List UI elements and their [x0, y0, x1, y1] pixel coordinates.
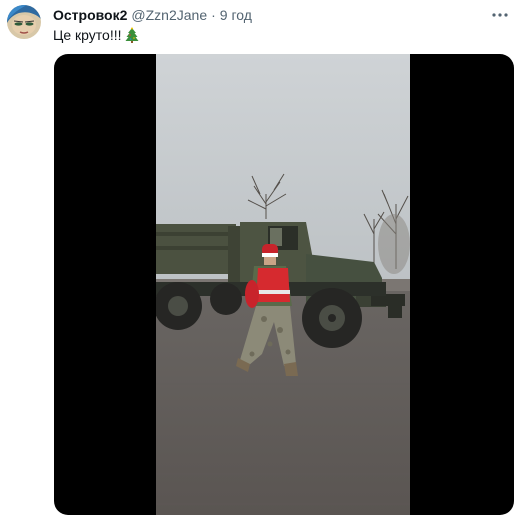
video-player[interactable]	[54, 54, 514, 515]
separator-dot: ·	[211, 7, 216, 23]
user-handle[interactable]: @Zzn2Jane	[131, 6, 207, 24]
more-dots	[492, 13, 508, 17]
timestamp[interactable]: 9 год	[220, 6, 252, 24]
tweet-text: Це круто!!!	[53, 26, 139, 44]
more-options-icon[interactable]	[490, 6, 510, 24]
avatar-image	[7, 5, 41, 39]
christmas-tree-icon	[125, 27, 139, 43]
tweet-header: Островок2 @Zzn2Jane · 9 год	[53, 6, 252, 24]
avatar[interactable]	[7, 5, 41, 39]
video-frame	[156, 54, 410, 515]
tweet-text-content: Це круто!!!	[53, 27, 122, 43]
display-name[interactable]: Островок2	[53, 6, 127, 24]
tweet: Островок2 @Zzn2Jane · 9 год Це круто!!!	[0, 0, 524, 525]
